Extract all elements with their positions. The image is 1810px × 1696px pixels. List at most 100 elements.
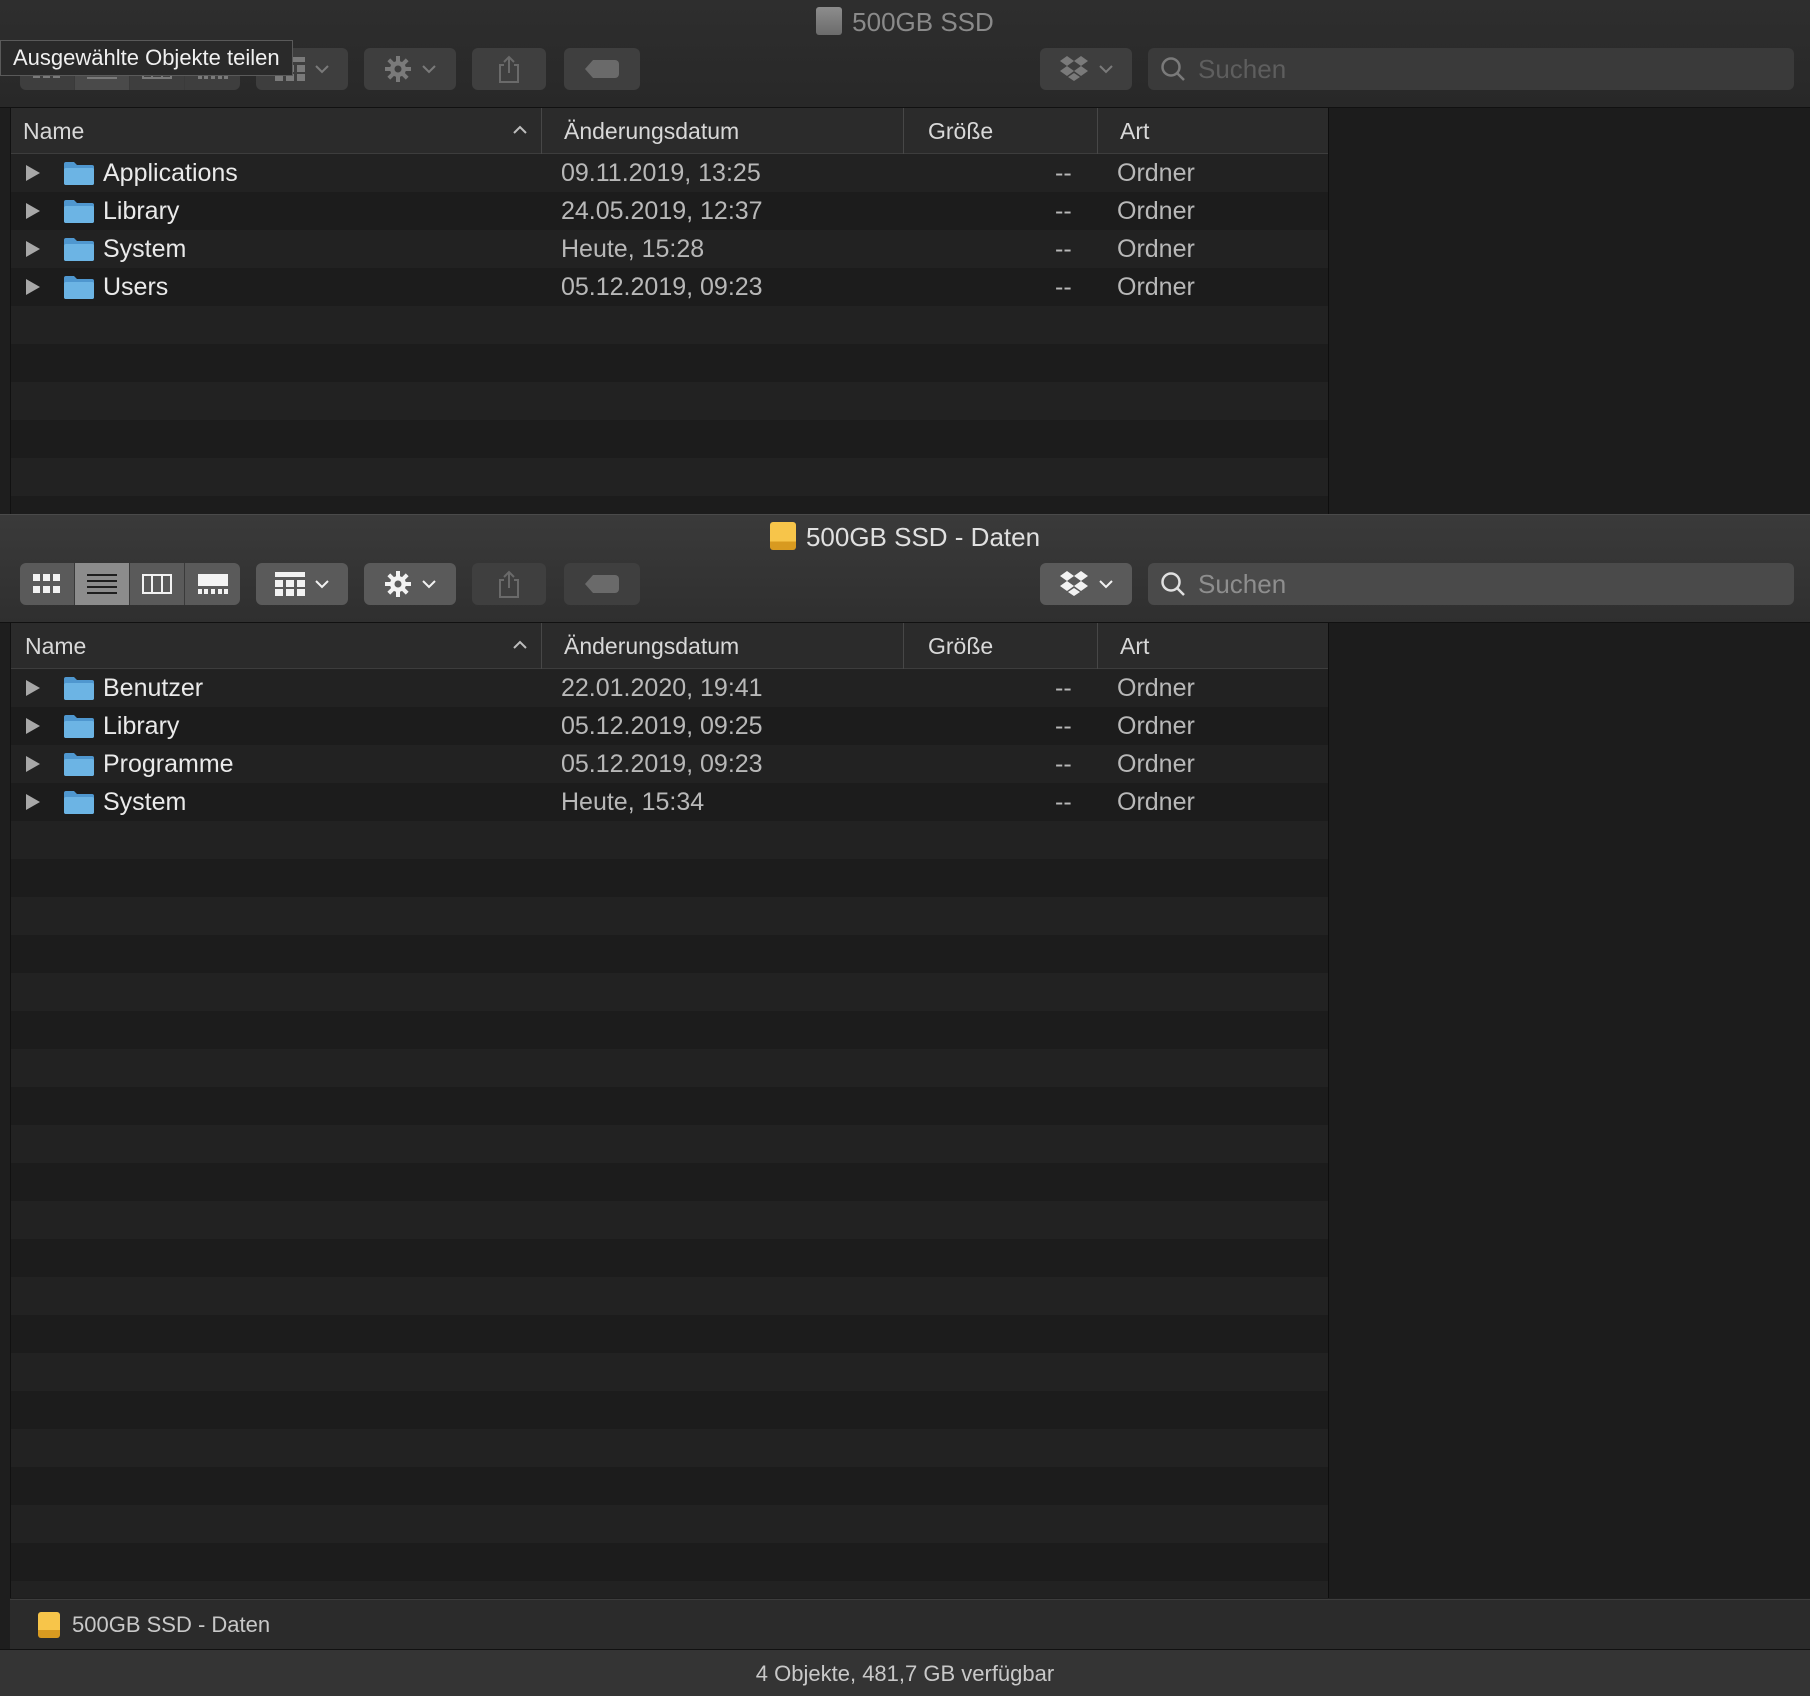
disclosure-triangle-icon[interactable]: [25, 717, 41, 735]
preview-pane: [1328, 108, 1810, 514]
finder-window-bottom: 500GB SSD - Daten Suchen Name Änderungsd…: [0, 514, 1810, 1696]
share-button[interactable]: [472, 563, 546, 605]
disclosure-triangle-icon[interactable]: [25, 278, 41, 296]
icon-view-icon: [33, 574, 60, 593]
search-field[interactable]: Suchen: [1148, 48, 1794, 90]
file-kind: Ordner: [1117, 158, 1195, 187]
group-button[interactable]: [256, 563, 348, 605]
disclosure-triangle-icon[interactable]: [25, 793, 41, 811]
column-header-size[interactable]: Größe: [903, 108, 993, 154]
file-size: --: [1055, 749, 1072, 778]
table-row[interactable]: Applications 09.11.2019, 13:25 -- Ordner: [11, 154, 1328, 192]
disk-icon[interactable]: [38, 1611, 60, 1638]
status-text: 4 Objekte, 481,7 GB verfügbar: [755, 1660, 1055, 1686]
toolbar: 500GB SSD - Daten Suchen: [0, 515, 1810, 623]
action-button[interactable]: [364, 48, 456, 90]
file-size: --: [1055, 787, 1072, 816]
preview-pane: [1328, 623, 1810, 1598]
chevron-down-icon: [315, 580, 329, 589]
disclosure-triangle-icon[interactable]: [25, 202, 41, 220]
file-size: --: [1055, 673, 1072, 702]
table-row[interactable]: Programme 05.12.2019, 09:23 -- Ordner: [11, 745, 1328, 783]
view-mode-control[interactable]: [20, 563, 240, 605]
chevron-down-icon: [422, 580, 436, 589]
file-rows: Benutzer 22.01.2020, 19:41 -- Ordner Lib…: [11, 669, 1328, 1598]
group-grid-icon: [275, 572, 305, 596]
file-name: Users: [103, 272, 169, 301]
column-header-size[interactable]: Größe: [903, 623, 993, 669]
disclosure-triangle-icon[interactable]: [25, 679, 41, 697]
file-date: 22.01.2020, 19:41: [561, 673, 763, 702]
action-button[interactable]: [364, 563, 456, 605]
column-header-name[interactable]: Name: [23, 108, 84, 154]
folder-icon: [64, 677, 94, 700]
window-title: 500GB SSD - Daten: [0, 520, 1810, 554]
file-kind: Ordner: [1117, 787, 1195, 816]
column-header-kind[interactable]: Art: [1097, 108, 1149, 154]
disclosure-triangle-icon[interactable]: [25, 240, 41, 258]
column-view-button[interactable]: [130, 563, 185, 605]
list-view-button[interactable]: [75, 563, 130, 605]
list-view-icon: [87, 574, 117, 594]
dropbox-button[interactable]: [1040, 563, 1132, 605]
folder-icon: [64, 715, 94, 738]
file-name: Library: [103, 711, 180, 740]
folder-icon: [64, 238, 94, 261]
tag-button[interactable]: [564, 563, 640, 605]
table-row[interactable]: System Heute, 15:34 -- Ordner: [11, 783, 1328, 821]
file-kind: Ordner: [1117, 673, 1195, 702]
search-placeholder: Suchen: [1198, 568, 1287, 599]
finder-window-top: 500GB SSD Suchen Ausgewählte Objekte tei…: [0, 0, 1810, 514]
file-date: 24.05.2019, 12:37: [561, 196, 763, 225]
dropbox-icon: [1060, 571, 1088, 596]
column-header: Name Änderungsdatum Größe Art: [11, 623, 1328, 669]
status-bar: 4 Objekte, 481,7 GB verfügbar: [0, 1649, 1810, 1696]
column-header-date[interactable]: Änderungsdatum: [541, 108, 739, 154]
table-row[interactable]: Benutzer 22.01.2020, 19:41 -- Ordner: [11, 669, 1328, 707]
file-kind: Ordner: [1117, 196, 1195, 225]
share-button[interactable]: [472, 48, 546, 90]
disk-icon: [769, 522, 796, 550]
column-header-kind[interactable]: Art: [1097, 623, 1149, 669]
file-name: System: [103, 234, 187, 263]
chevron-down-icon: [1099, 580, 1113, 589]
file-size: --: [1055, 234, 1072, 263]
gallery-view-icon: [197, 574, 228, 594]
search-icon: [1161, 572, 1185, 596]
file-size: --: [1055, 196, 1072, 225]
disclosure-triangle-icon[interactable]: [25, 755, 41, 773]
file-list: Name Änderungsdatum Größe Art Benutzer 2…: [10, 623, 1328, 1598]
gallery-view-button[interactable]: [185, 563, 240, 605]
column-header: Name Änderungsdatum Größe Art: [11, 108, 1328, 154]
tag-button[interactable]: [564, 48, 640, 90]
file-name: System: [103, 787, 187, 816]
file-kind: Ordner: [1117, 234, 1195, 263]
search-placeholder: Suchen: [1198, 53, 1287, 84]
chevron-down-icon: [315, 65, 329, 74]
disk-icon: [816, 7, 843, 35]
file-rows: Applications 09.11.2019, 13:25 -- Ordner…: [11, 154, 1328, 514]
column-header-date[interactable]: Änderungsdatum: [541, 623, 739, 669]
table-row[interactable]: System Heute, 15:28 -- Ordner: [11, 230, 1328, 268]
window-title: 500GB SSD: [0, 5, 1810, 39]
folder-icon: [64, 200, 94, 223]
folder-icon: [64, 791, 94, 814]
dropbox-button[interactable]: [1040, 48, 1132, 90]
sort-ascending-icon: [513, 125, 527, 134]
path-bar-item[interactable]: 500GB SSD - Daten: [72, 1612, 270, 1638]
file-size: --: [1055, 711, 1072, 740]
file-kind: Ordner: [1117, 272, 1195, 301]
tooltip: Ausgewählte Objekte teilen: [0, 40, 293, 76]
table-row[interactable]: Library 05.12.2019, 09:25 -- Ordner: [11, 707, 1328, 745]
table-row[interactable]: Library 24.05.2019, 12:37 -- Ordner: [11, 192, 1328, 230]
share-icon: [499, 55, 519, 83]
search-field[interactable]: Suchen: [1148, 563, 1794, 605]
column-header-name[interactable]: Name: [25, 623, 86, 669]
file-date: 09.11.2019, 13:25: [561, 158, 761, 187]
chevron-down-icon: [1099, 65, 1113, 74]
icon-view-button[interactable]: [20, 563, 75, 605]
search-icon: [1161, 57, 1185, 81]
file-kind: Ordner: [1117, 749, 1195, 778]
disclosure-triangle-icon[interactable]: [25, 164, 41, 182]
table-row[interactable]: Users 05.12.2019, 09:23 -- Ordner: [11, 268, 1328, 306]
